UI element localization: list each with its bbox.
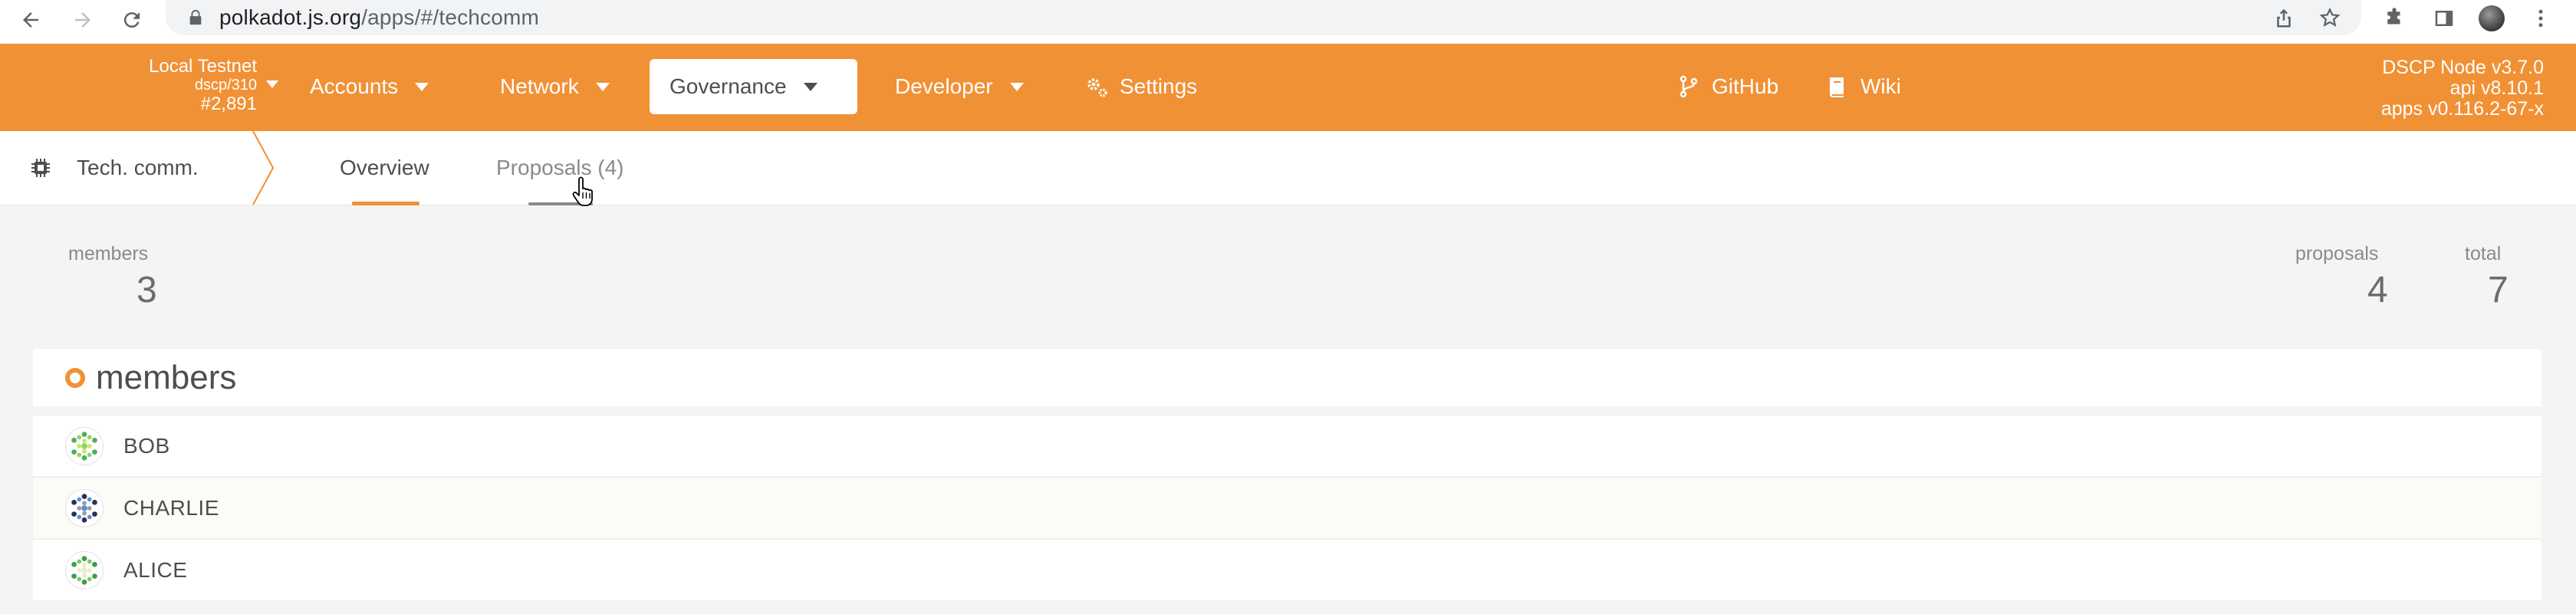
link-github-label: GitHub: [1712, 74, 1779, 98]
extensions-button[interactable]: [2381, 5, 2407, 31]
gears-icon: [1087, 78, 1107, 97]
menu-governance[interactable]: Governance: [650, 59, 857, 114]
identicon-icon: [65, 550, 104, 589]
summary-proposals-label: proposals: [2295, 243, 2379, 264]
chain-runtime: dscp/310: [194, 77, 257, 94]
chain-selector[interactable]: Local Testnet dscp/310 #2,891: [115, 56, 278, 114]
summary-proposals-value: 4: [2367, 270, 2388, 310]
identicon-icon: [65, 488, 104, 527]
member-row[interactable]: ALICE: [33, 539, 2541, 600]
members-table-header: members: [33, 349, 2541, 406]
section-title: Tech. comm.: [31, 131, 199, 205]
member-row[interactable]: BOB: [33, 415, 2541, 476]
menu-developer[interactable]: Developer: [875, 59, 1044, 114]
block-number: #2,891: [200, 94, 257, 114]
tab-overview-label: Overview: [340, 156, 429, 179]
member-row[interactable]: CHARLIE: [33, 477, 2541, 538]
forward-button[interactable]: [66, 3, 100, 37]
menu-network-label: Network: [500, 74, 579, 98]
chain-name: Local Testnet: [149, 56, 257, 77]
app-header: Local Testnet dscp/310 #2,891 Accounts N…: [0, 44, 2576, 131]
node-version: DSCP Node v3.7.0: [2382, 57, 2544, 78]
summary-members-value: 3: [137, 270, 157, 310]
chevron-down-icon: [803, 82, 818, 91]
menu-accounts[interactable]: Accounts: [290, 59, 449, 114]
microchip-icon: [31, 159, 50, 177]
book-icon: [1830, 77, 1844, 97]
chevron-down-icon: [595, 82, 610, 91]
menu-governance-label: Governance: [669, 74, 787, 98]
identicon-icon: [65, 426, 104, 465]
summary-total-value: 7: [2488, 270, 2509, 310]
url-text: polkadot.js.org/apps/#/techcomm: [219, 5, 539, 30]
member-name: ALICE: [123, 557, 188, 582]
status-dot-icon: [65, 367, 85, 388]
side-panel-icon: [2435, 11, 2453, 26]
menu-accounts-label: Accounts: [310, 74, 399, 98]
tab-proposals-label: Proposals (4): [496, 156, 624, 179]
node-version-info: DSCP Node v3.7.0 api v8.10.1 apps v0.116…: [2381, 57, 2544, 120]
browser-toolbar: polkadot.js.org/apps/#/techcomm: [0, 0, 2576, 44]
hand-pointer-cursor-icon: [572, 176, 593, 206]
section-tabs-bar: Tech. comm. Overview Proposals (4): [0, 131, 2576, 205]
chevron-down-icon: [1009, 82, 1024, 91]
menu-developer-label: Developer: [895, 74, 993, 98]
link-wiki[interactable]: Wiki: [1805, 59, 1921, 114]
link-github[interactable]: GitHub: [1656, 59, 1798, 114]
url-host: polkadot.js.org: [219, 5, 362, 29]
share-icon[interactable]: [2272, 6, 2295, 29]
menu-settings[interactable]: Settings: [1064, 59, 1217, 114]
breadcrumb-separator: [252, 131, 275, 205]
bookmark-star-icon[interactable]: [2318, 6, 2341, 29]
lock-icon: [189, 9, 202, 25]
back-button[interactable]: [14, 3, 48, 37]
reload-button[interactable]: [115, 3, 149, 37]
menu-network[interactable]: Network: [480, 59, 630, 114]
summary-total-label: total: [2465, 243, 2502, 264]
address-bar[interactable]: polkadot.js.org/apps/#/techcomm: [166, 0, 2361, 35]
apps-version: apps v0.116.2-67-x: [2380, 98, 2544, 120]
arrow-right-icon: [75, 12, 90, 28]
member-name: BOB: [123, 433, 170, 458]
menu-settings-label: Settings: [1120, 74, 1198, 98]
chevron-down-icon: [266, 80, 278, 88]
tab-overview[interactable]: Overview: [340, 131, 429, 205]
section-title-text: Tech. comm.: [77, 156, 199, 179]
link-wiki-label: Wiki: [1860, 74, 1901, 98]
profile-avatar[interactable]: [2479, 5, 2505, 31]
summary-members-label: members: [68, 243, 149, 264]
browser-menu-button[interactable]: [2528, 5, 2554, 31]
kebab-menu-icon: [2538, 9, 2543, 28]
tab-proposals[interactable]: Proposals (4): [496, 131, 624, 205]
reload-icon: [123, 12, 140, 28]
arrow-left-icon: [23, 12, 38, 28]
api-version: api v8.10.1: [2449, 77, 2544, 99]
url-path: /apps/#/techcomm: [361, 5, 540, 29]
member-name: CHARLIE: [123, 495, 219, 520]
members-table-title: members: [96, 358, 237, 396]
puzzle-icon: [2387, 8, 2400, 25]
side-panel-button[interactable]: [2431, 5, 2457, 31]
chevron-down-icon: [415, 82, 429, 91]
tab-active-indicator: [352, 202, 419, 205]
code-branch-icon: [1679, 75, 1698, 98]
